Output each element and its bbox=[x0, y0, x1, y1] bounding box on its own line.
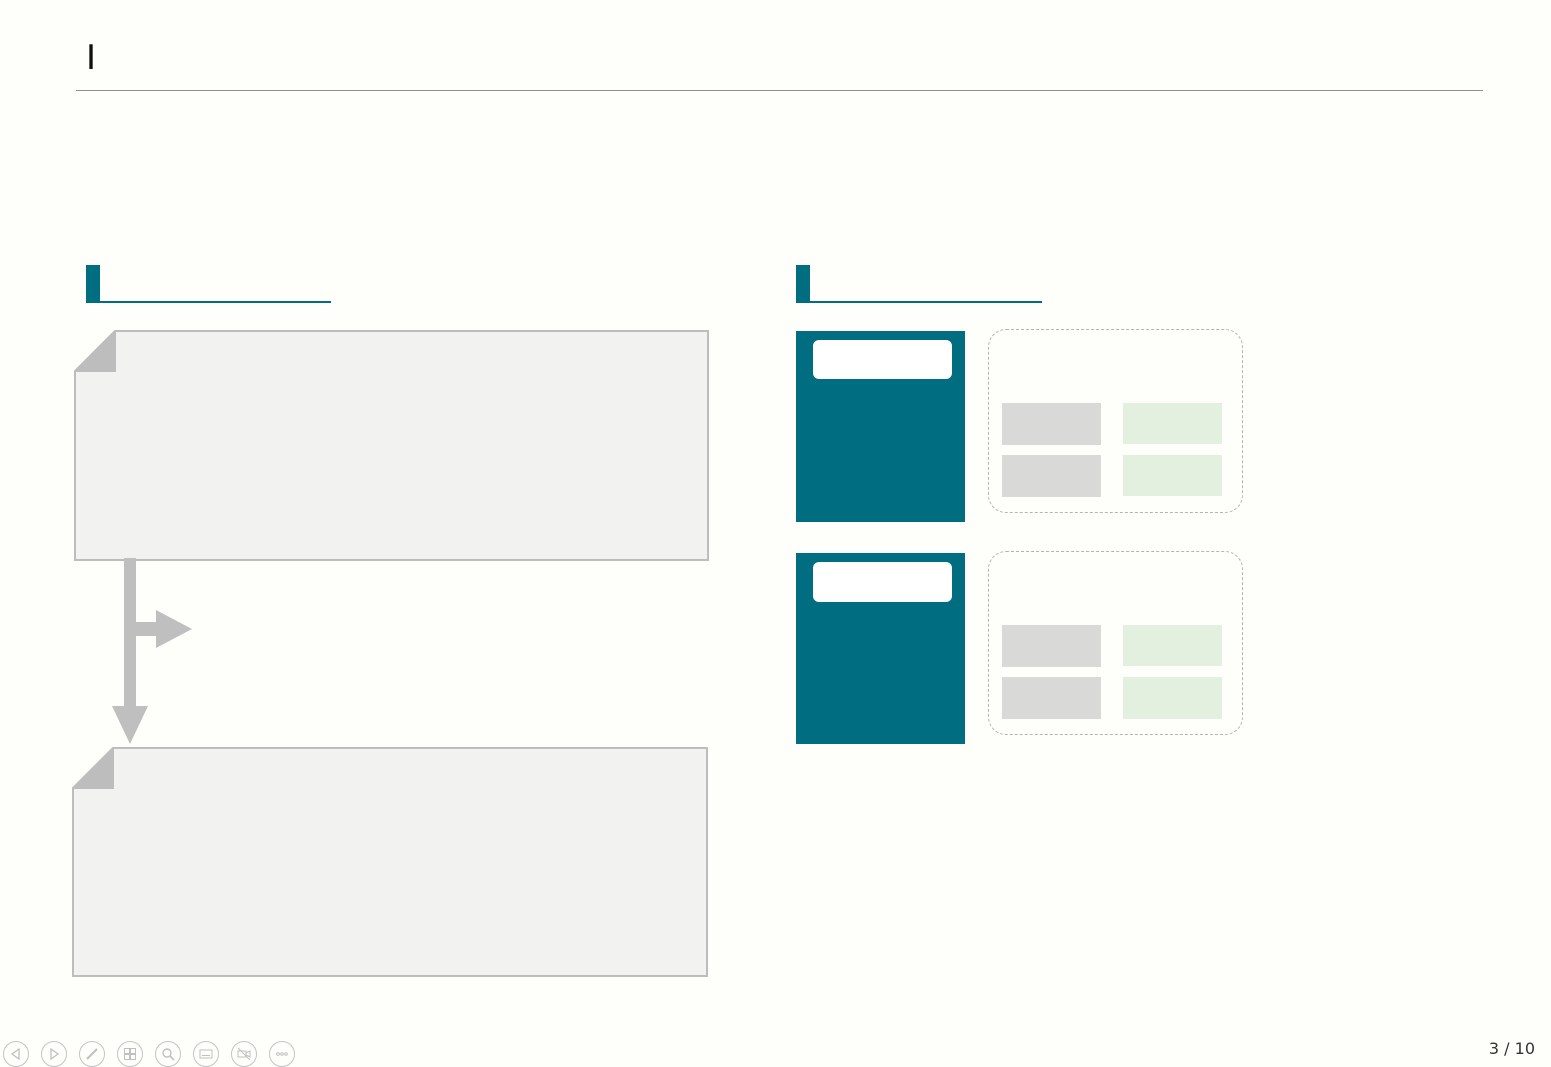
panel-2-grey-cell-2 bbox=[1002, 677, 1101, 719]
next-slide-icon bbox=[50, 1047, 60, 1061]
panel-1-grey-cell-2 bbox=[1002, 455, 1101, 497]
horizontal-arrow-shaft bbox=[136, 622, 158, 636]
more-options-icon bbox=[276, 1052, 288, 1056]
panel-1-green-cell-1 bbox=[1123, 403, 1222, 444]
pen-button[interactable] bbox=[79, 1041, 105, 1067]
presentation-toolbar bbox=[3, 1041, 295, 1067]
bottom-note-fold bbox=[72, 747, 114, 789]
top-note-fold bbox=[74, 330, 116, 372]
panel-2-grey-cell-1 bbox=[1002, 625, 1101, 667]
subtitles-icon bbox=[199, 1049, 213, 1059]
zoom-icon bbox=[162, 1048, 175, 1061]
camera-off-icon bbox=[237, 1047, 251, 1061]
panel-2-green-cell-2 bbox=[1123, 677, 1222, 719]
flow-arrows bbox=[112, 558, 192, 744]
panel-2-green-cell-1 bbox=[1123, 625, 1222, 666]
down-arrowhead bbox=[112, 706, 148, 744]
previous-slide-button[interactable] bbox=[3, 1041, 29, 1067]
previous-slide-icon bbox=[10, 1047, 20, 1061]
left-section-underline bbox=[86, 301, 331, 303]
pen-icon bbox=[86, 1048, 98, 1060]
top-note-box bbox=[74, 330, 709, 561]
teal-card-1-label-pill bbox=[813, 340, 952, 379]
title-divider bbox=[76, 90, 1483, 91]
bottom-note-box bbox=[72, 747, 708, 977]
camera-off-button[interactable] bbox=[231, 1041, 257, 1067]
more-options-button[interactable] bbox=[269, 1041, 295, 1067]
page-counter: 3 / 10 bbox=[1488, 1039, 1535, 1058]
right-section-underline bbox=[796, 301, 1042, 303]
next-slide-button[interactable] bbox=[41, 1041, 67, 1067]
panel-1-grey-cell-1 bbox=[1002, 403, 1101, 445]
zoom-button[interactable] bbox=[155, 1041, 181, 1067]
vertical-arrow-shaft bbox=[124, 558, 136, 710]
teal-card-2-label-pill bbox=[813, 562, 952, 602]
slide-overview-icon bbox=[124, 1048, 136, 1060]
slide-title: I bbox=[86, 38, 97, 78]
left-section-marker bbox=[86, 265, 100, 303]
subtitles-button[interactable] bbox=[193, 1041, 219, 1067]
slide-overview-button[interactable] bbox=[117, 1041, 143, 1067]
panel-1-green-cell-2 bbox=[1123, 455, 1222, 496]
right-section-marker bbox=[796, 265, 810, 303]
right-arrowhead bbox=[156, 610, 192, 648]
